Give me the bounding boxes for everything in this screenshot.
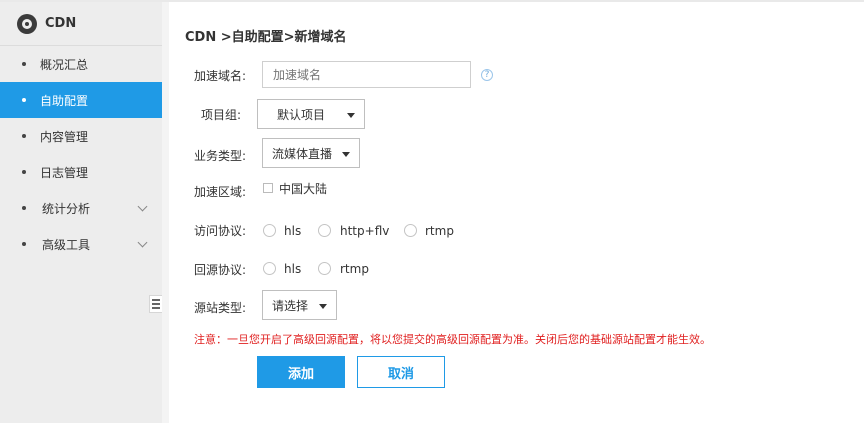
sidebar-item-label: 高级工具	[42, 237, 91, 252]
content-gutter	[162, 2, 169, 423]
protocol-radio-rtmp[interactable]	[404, 224, 417, 237]
caret-down-icon	[347, 113, 355, 118]
sidebar-item-label: 内容管理	[40, 129, 89, 144]
biz-type-select[interactable]: 流媒体直播	[262, 138, 360, 168]
region-checkbox[interactable]	[263, 183, 273, 193]
caret-down-icon	[342, 152, 350, 157]
caret-down-icon	[319, 304, 327, 309]
cdn-logo-icon	[17, 13, 37, 34]
project-select[interactable]: 默认项目	[257, 99, 365, 129]
origin-protocol-radio-hls[interactable]	[263, 262, 276, 275]
domain-input[interactable]	[262, 61, 471, 88]
cancel-button[interactable]: 取消	[357, 356, 445, 388]
bullet-icon	[22, 62, 26, 66]
sidebar-item-label: 统计分析	[42, 201, 91, 216]
bullet-icon	[22, 170, 26, 174]
sidebar-item-content[interactable]: 内容管理	[0, 118, 162, 154]
project-select-value: 默认项目	[277, 107, 326, 122]
sidebar-header: CDN	[0, 2, 162, 46]
sidebar-item-stats[interactable]: 统计分析	[0, 190, 162, 226]
sidebar-item-advanced-tools[interactable]: 高级工具	[0, 226, 162, 262]
protocol-option-rtmp: rtmp	[425, 224, 454, 238]
sidebar-collapse-icon[interactable]	[149, 295, 162, 313]
bullet-icon	[22, 242, 26, 246]
breadcrumb: CDN >自助配置>新增域名	[185, 30, 347, 45]
biz-type-label: 业务类型:	[194, 149, 247, 163]
region-option-label: 中国大陆	[279, 182, 328, 196]
sidebar-item-logs[interactable]: 日志管理	[0, 154, 162, 190]
chevron-down-icon	[137, 237, 148, 248]
protocol-radio-hls[interactable]	[263, 224, 276, 237]
origin-protocol-option-hls: hls	[284, 262, 302, 276]
origin-protocol-option-rtmp: rtmp	[340, 262, 369, 276]
biz-type-select-value: 流媒体直播	[272, 146, 333, 161]
project-label: 项目组:	[201, 108, 242, 122]
add-button[interactable]: 添加	[257, 356, 345, 388]
app-title: CDN	[45, 16, 77, 31]
bullet-icon	[22, 134, 26, 138]
main-content: CDN >自助配置>新增域名 加速域名: ? 项目组: 默认项目 业务类型: 流…	[169, 2, 864, 423]
origin-protocol-radio-rtmp[interactable]	[318, 262, 331, 275]
origin-type-label: 源站类型:	[194, 301, 247, 315]
protocol-option-hls: hls	[284, 224, 302, 238]
origin-type-select-value: 请选择	[272, 298, 309, 313]
help-icon[interactable]: ?	[481, 69, 493, 81]
chevron-down-icon	[137, 201, 148, 212]
bullet-icon	[22, 98, 26, 102]
domain-label: 加速域名:	[194, 69, 247, 83]
origin-type-select[interactable]: 请选择	[262, 290, 337, 320]
warning-notice: 注意：一旦您开启了高级回源配置，将以您提交的高级回源配置为准。关闭后您的基础源站…	[194, 333, 711, 346]
origin-protocol-label: 回源协议:	[194, 263, 247, 277]
sidebar-item-label: 日志管理	[40, 165, 89, 180]
protocol-option-http-flv: http+flv	[340, 224, 390, 238]
sidebar-item-overview[interactable]: 概况汇总	[0, 46, 162, 82]
sidebar-item-label: 自助配置	[40, 93, 89, 108]
region-label: 加速区域:	[194, 185, 247, 199]
bullet-icon	[22, 206, 26, 210]
protocol-label: 访问协议:	[194, 224, 247, 238]
sidebar-item-label: 概况汇总	[40, 57, 89, 72]
sidebar: CDN 概况汇总 自助配置 内容管理 日志管理 统计分析 高级工具	[0, 2, 162, 423]
protocol-radio-http-flv[interactable]	[318, 224, 331, 237]
sidebar-item-self-config[interactable]: 自助配置	[0, 82, 162, 118]
